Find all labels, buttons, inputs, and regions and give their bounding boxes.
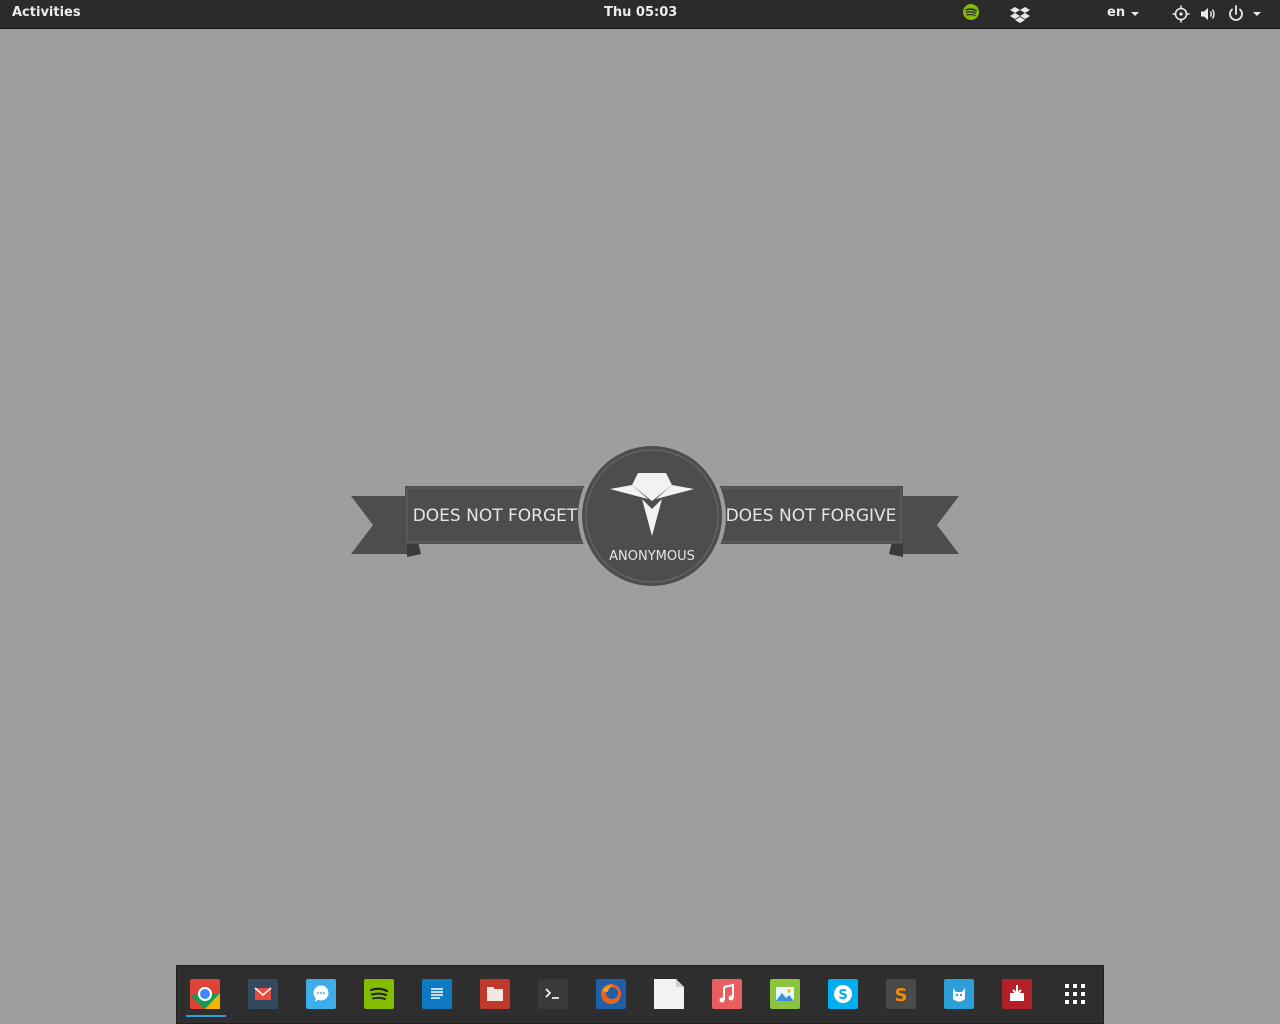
active-app-indicator [186,1015,226,1017]
spotify-icon[interactable] [364,979,394,1009]
crosshair-icon[interactable] [1171,4,1191,24]
language-selector[interactable]: en [1107,5,1125,21]
svg-text:S: S [895,985,908,1006]
clock[interactable]: Thu 05:03 [604,5,677,21]
files-icon[interactable] [480,979,510,1009]
circle-text: ANONYMOUS [609,549,695,564]
volume-icon[interactable] [1198,4,1218,24]
text-file-icon[interactable] [654,979,684,1009]
app-grid-icon[interactable] [1060,979,1090,1009]
power-icon[interactable] [1225,3,1247,25]
terminal-icon[interactable] [538,979,568,1009]
mail-icon[interactable] [248,979,278,1009]
left-banner-text: DOES NOT FORGET [413,506,578,526]
cat-app-icon[interactable] [944,979,974,1009]
anonymous-emblem: DOES NOT FORGET DOES NOT FORGIVE ANONYMO… [351,442,959,590]
desktop-background: DOES NOT FORGET DOES NOT FORGIVE ANONYMO… [0,29,1280,965]
svg-text:S: S [838,988,847,1003]
activities-button[interactable]: Activities [12,5,81,21]
chat-icon[interactable] [306,979,336,1009]
dropbox-icon[interactable] [1009,3,1031,25]
chrome-icon[interactable] [190,979,220,1009]
skype-icon[interactable]: S [828,979,858,1009]
image-viewer-icon[interactable] [770,979,800,1009]
chevron-down-icon[interactable] [1251,8,1263,20]
music-icon[interactable] [712,979,742,1009]
dock: S S [176,965,1104,1024]
top-panel: Activities Thu 05:03 en [0,0,1280,29]
spotify-icon[interactable] [960,3,982,25]
package-installer-icon[interactable] [1002,979,1032,1009]
chevron-down-icon[interactable] [1129,8,1141,20]
right-banner-text: DOES NOT FORGIVE [726,506,897,526]
document-icon[interactable] [422,979,452,1009]
sublime-text-icon[interactable]: S [886,979,916,1009]
firefox-icon[interactable] [596,979,626,1009]
